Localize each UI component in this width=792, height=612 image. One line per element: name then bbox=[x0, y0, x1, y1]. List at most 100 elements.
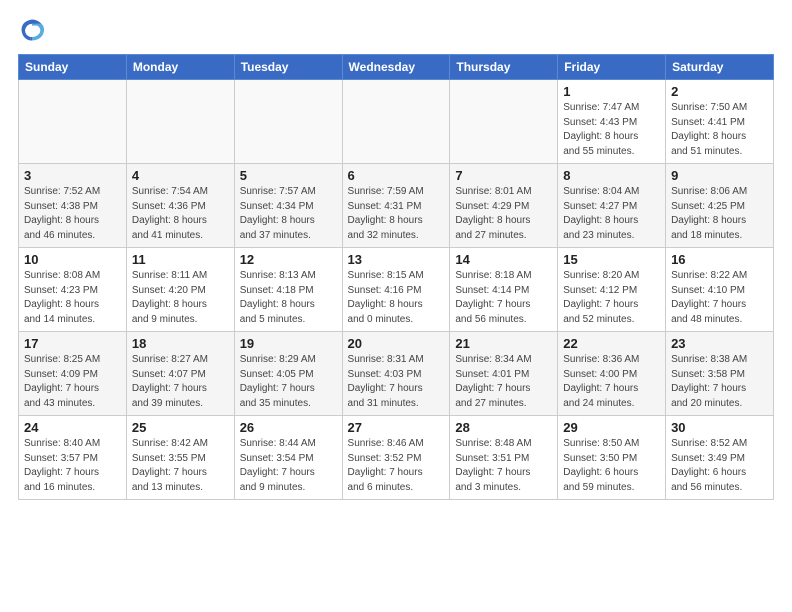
calendar-cell: 13Sunrise: 8:15 AM Sunset: 4:16 PM Dayli… bbox=[342, 248, 450, 332]
weekday-header: Saturday bbox=[666, 55, 774, 80]
day-info: Sunrise: 8:06 AM Sunset: 4:25 PM Dayligh… bbox=[671, 185, 768, 243]
day-info: Sunrise: 8:50 AM Sunset: 3:50 PM Dayligh… bbox=[563, 437, 660, 495]
day-info: Sunrise: 8:40 AM Sunset: 3:57 PM Dayligh… bbox=[24, 437, 121, 495]
day-info: Sunrise: 7:50 AM Sunset: 4:41 PM Dayligh… bbox=[671, 101, 768, 159]
day-number: 27 bbox=[348, 420, 445, 435]
day-number: 23 bbox=[671, 336, 768, 351]
day-info: Sunrise: 8:38 AM Sunset: 3:58 PM Dayligh… bbox=[671, 353, 768, 411]
page: SundayMondayTuesdayWednesdayThursdayFrid… bbox=[0, 0, 792, 510]
day-info: Sunrise: 8:46 AM Sunset: 3:52 PM Dayligh… bbox=[348, 437, 445, 495]
day-number: 24 bbox=[24, 420, 121, 435]
day-info: Sunrise: 8:18 AM Sunset: 4:14 PM Dayligh… bbox=[455, 269, 552, 327]
day-info: Sunrise: 8:01 AM Sunset: 4:29 PM Dayligh… bbox=[455, 185, 552, 243]
day-number: 30 bbox=[671, 420, 768, 435]
day-number: 12 bbox=[240, 252, 337, 267]
calendar-week-row: 17 Sunrise: 8:25 AM Sunset: 4:09 PM Dayli… bbox=[19, 332, 774, 416]
calendar-cell: 10 Sunrise: 8:08 AM Sunset: 4:23 PM Dayli… bbox=[19, 248, 127, 332]
calendar-week-row: 10 Sunrise: 8:08 AM Sunset: 4:23 PM Dayli… bbox=[19, 248, 774, 332]
day-info: Sunrise: 8:34 AM Sunset: 4:01 PM Dayligh… bbox=[455, 353, 552, 411]
day-info: Sunrise: 8:25 AM Sunset: 4:09 PM Dayligh… bbox=[24, 353, 121, 411]
weekday-header: Wednesday bbox=[342, 55, 450, 80]
day-info: Sunrise: 8:04 AM Sunset: 4:27 PM Dayligh… bbox=[563, 185, 660, 243]
calendar-cell: 20Sunrise: 8:31 AM Sunset: 4:03 PM Dayli… bbox=[342, 332, 450, 416]
day-info: Sunrise: 8:48 AM Sunset: 3:51 PM Dayligh… bbox=[455, 437, 552, 495]
day-info: Sunrise: 8:52 AM Sunset: 3:49 PM Dayligh… bbox=[671, 437, 768, 495]
day-info: Sunrise: 8:08 AM Sunset: 4:23 PM Dayligh… bbox=[24, 269, 121, 327]
day-info: Sunrise: 8:42 AM Sunset: 3:55 PM Dayligh… bbox=[132, 437, 229, 495]
calendar-cell: 2 Sunrise: 7:50 AM Sunset: 4:41 PM Daylig… bbox=[666, 80, 774, 164]
calendar-cell: 21 Sunrise: 8:34 AM Sunset: 4:01 PM Dayli… bbox=[450, 332, 558, 416]
day-info: Sunrise: 8:22 AM Sunset: 4:10 PM Dayligh… bbox=[671, 269, 768, 327]
day-number: 15 bbox=[563, 252, 660, 267]
calendar-cell: 6 Sunrise: 7:59 AM Sunset: 4:31 PM Daylig… bbox=[342, 164, 450, 248]
header-row: SundayMondayTuesdayWednesdayThursdayFrid… bbox=[19, 55, 774, 80]
calendar-cell: 5Sunrise: 7:57 AM Sunset: 4:34 PM Daylig… bbox=[234, 164, 342, 248]
day-number: 21 bbox=[455, 336, 552, 351]
calendar-cell: 4Sunrise: 7:54 AM Sunset: 4:36 PM Daylig… bbox=[126, 164, 234, 248]
day-number: 11 bbox=[132, 252, 229, 267]
day-number: 5 bbox=[240, 168, 337, 183]
calendar-cell: 30 Sunrise: 8:52 AM Sunset: 3:49 PM Dayli… bbox=[666, 416, 774, 500]
day-number: 14 bbox=[455, 252, 552, 267]
calendar-cell: 12Sunrise: 8:13 AM Sunset: 4:18 PM Dayli… bbox=[234, 248, 342, 332]
calendar-cell: 7 Sunrise: 8:01 AM Sunset: 4:29 PM Daylig… bbox=[450, 164, 558, 248]
day-info: Sunrise: 8:11 AM Sunset: 4:20 PM Dayligh… bbox=[132, 269, 229, 327]
calendar-cell: 24 Sunrise: 8:40 AM Sunset: 3:57 PM Dayli… bbox=[19, 416, 127, 500]
day-number: 17 bbox=[24, 336, 121, 351]
day-info: Sunrise: 7:59 AM Sunset: 4:31 PM Dayligh… bbox=[348, 185, 445, 243]
calendar-week-row: 1 Sunrise: 7:47 AM Sunset: 4:43 PM Daylig… bbox=[19, 80, 774, 164]
calendar-cell: 8Sunrise: 8:04 AM Sunset: 4:27 PM Daylig… bbox=[558, 164, 666, 248]
day-number: 10 bbox=[24, 252, 121, 267]
calendar-cell: 27 Sunrise: 8:46 AM Sunset: 3:52 PM Dayli… bbox=[342, 416, 450, 500]
weekday-header: Thursday bbox=[450, 55, 558, 80]
calendar-week-row: 24 Sunrise: 8:40 AM Sunset: 3:57 PM Dayli… bbox=[19, 416, 774, 500]
day-info: Sunrise: 8:20 AM Sunset: 4:12 PM Dayligh… bbox=[563, 269, 660, 327]
day-number: 28 bbox=[455, 420, 552, 435]
weekday-header: Friday bbox=[558, 55, 666, 80]
calendar-cell: 26 Sunrise: 8:44 AM Sunset: 3:54 PM Dayli… bbox=[234, 416, 342, 500]
day-number: 7 bbox=[455, 168, 552, 183]
day-number: 3 bbox=[24, 168, 121, 183]
calendar-cell: 15 Sunrise: 8:20 AM Sunset: 4:12 PM Dayli… bbox=[558, 248, 666, 332]
day-number: 1 bbox=[563, 84, 660, 99]
calendar-cell: 29 Sunrise: 8:50 AM Sunset: 3:50 PM Dayli… bbox=[558, 416, 666, 500]
day-info: Sunrise: 8:44 AM Sunset: 3:54 PM Dayligh… bbox=[240, 437, 337, 495]
day-info: Sunrise: 7:54 AM Sunset: 4:36 PM Dayligh… bbox=[132, 185, 229, 243]
calendar-cell: 9 Sunrise: 8:06 AM Sunset: 4:25 PM Daylig… bbox=[666, 164, 774, 248]
calendar-cell: 18Sunrise: 8:27 AM Sunset: 4:07 PM Dayli… bbox=[126, 332, 234, 416]
calendar-cell: 16 Sunrise: 8:22 AM Sunset: 4:10 PM Dayli… bbox=[666, 248, 774, 332]
calendar-cell: 28 Sunrise: 8:48 AM Sunset: 3:51 PM Dayli… bbox=[450, 416, 558, 500]
day-info: Sunrise: 7:52 AM Sunset: 4:38 PM Dayligh… bbox=[24, 185, 121, 243]
calendar-cell bbox=[19, 80, 127, 164]
calendar-cell bbox=[450, 80, 558, 164]
calendar-cell: 14 Sunrise: 8:18 AM Sunset: 4:14 PM Dayli… bbox=[450, 248, 558, 332]
calendar-cell: 19Sunrise: 8:29 AM Sunset: 4:05 PM Dayli… bbox=[234, 332, 342, 416]
calendar-cell: 11 Sunrise: 8:11 AM Sunset: 4:20 PM Dayli… bbox=[126, 248, 234, 332]
calendar-cell: 17 Sunrise: 8:25 AM Sunset: 4:09 PM Dayli… bbox=[19, 332, 127, 416]
day-number: 13 bbox=[348, 252, 445, 267]
day-info: Sunrise: 8:36 AM Sunset: 4:00 PM Dayligh… bbox=[563, 353, 660, 411]
day-number: 6 bbox=[348, 168, 445, 183]
day-number: 19 bbox=[240, 336, 337, 351]
day-number: 2 bbox=[671, 84, 768, 99]
calendar-cell: 22 Sunrise: 8:36 AM Sunset: 4:00 PM Dayli… bbox=[558, 332, 666, 416]
calendar-week-row: 3 Sunrise: 7:52 AM Sunset: 4:38 PM Daylig… bbox=[19, 164, 774, 248]
calendar-cell: 25 Sunrise: 8:42 AM Sunset: 3:55 PM Dayli… bbox=[126, 416, 234, 500]
day-number: 16 bbox=[671, 252, 768, 267]
day-number: 26 bbox=[240, 420, 337, 435]
weekday-header: Monday bbox=[126, 55, 234, 80]
day-number: 29 bbox=[563, 420, 660, 435]
day-number: 9 bbox=[671, 168, 768, 183]
calendar-cell: 1 Sunrise: 7:47 AM Sunset: 4:43 PM Daylig… bbox=[558, 80, 666, 164]
day-number: 22 bbox=[563, 336, 660, 351]
calendar-cell bbox=[126, 80, 234, 164]
calendar-cell: 23 Sunrise: 8:38 AM Sunset: 3:58 PM Dayli… bbox=[666, 332, 774, 416]
logo-icon bbox=[18, 16, 46, 44]
day-number: 25 bbox=[132, 420, 229, 435]
weekday-header: Sunday bbox=[19, 55, 127, 80]
calendar-table: SundayMondayTuesdayWednesdayThursdayFrid… bbox=[18, 54, 774, 500]
calendar-cell bbox=[234, 80, 342, 164]
day-info: Sunrise: 8:27 AM Sunset: 4:07 PM Dayligh… bbox=[132, 353, 229, 411]
day-info: Sunrise: 7:47 AM Sunset: 4:43 PM Dayligh… bbox=[563, 101, 660, 159]
day-number: 20 bbox=[348, 336, 445, 351]
